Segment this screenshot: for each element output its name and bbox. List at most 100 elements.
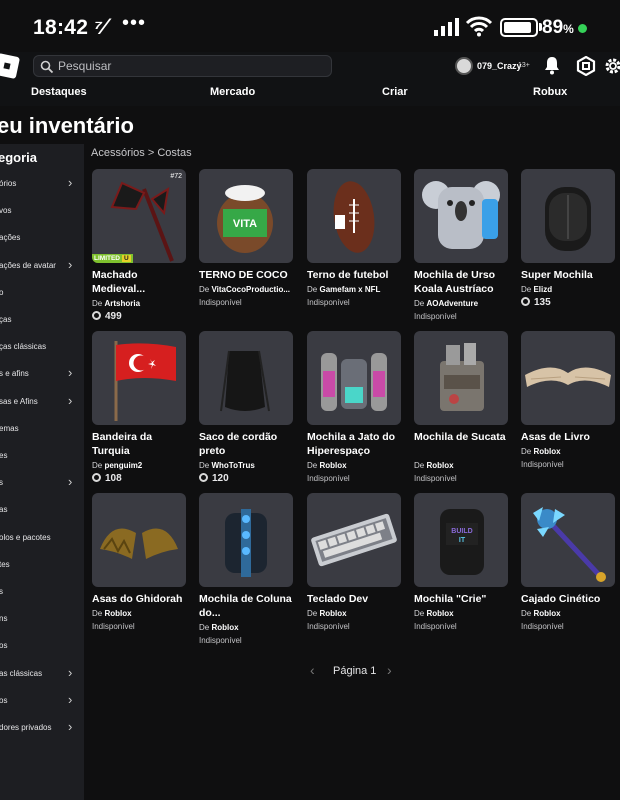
item-name[interactable]: Bandeira da Turquia <box>92 430 192 458</box>
sidebar-category-item[interactable]: ações <box>0 225 84 251</box>
item-thumbnail[interactable] <box>92 493 186 587</box>
item-name[interactable]: Mochila de Sucata <box>414 430 514 444</box>
sidebar-category-item[interactable]: ações de avatar › <box>0 253 84 279</box>
item-name[interactable]: Asas de Livro <box>521 430 620 444</box>
robux-icon[interactable] <box>576 56 596 76</box>
nav-robux[interactable]: Robux <box>533 86 567 98</box>
item-card[interactable]: VITA TERNO DE COCO De VitaCocoProductio...… <box>199 169 295 319</box>
sidebar-category-item[interactable]: dores privados › <box>0 715 84 741</box>
item-thumbnail[interactable] <box>307 493 401 587</box>
item-thumbnail[interactable] <box>521 331 615 425</box>
item-creator[interactable]: De penguim2 <box>92 461 142 470</box>
item-creator[interactable]: De Artshoria <box>92 299 140 308</box>
item-card[interactable]: Saco de cordão preto De WhoToTrus 120 <box>199 331 295 484</box>
sidebar-category-item[interactable]: ças clássicas <box>0 334 84 360</box>
creator-name[interactable]: VitaCocoProductio... <box>211 285 290 294</box>
item-creator[interactable]: De Roblox <box>521 609 561 618</box>
previous-page-button[interactable]: ‹ <box>310 662 315 678</box>
item-creator[interactable]: De WhoToTrus <box>199 461 255 470</box>
item-name[interactable]: Terno de futebol <box>307 268 407 282</box>
item-name[interactable]: Mochila a Jato do Hiperespaço <box>307 430 407 458</box>
item-name[interactable]: Mochila de Urso Koala Austríaco <box>414 268 514 296</box>
username[interactable]: 079_Crazy <box>477 61 522 71</box>
item-thumbnail[interactable] <box>92 331 186 425</box>
item-card[interactable]: Mochila de Sucata De Roblox Indisponível <box>414 331 510 483</box>
item-creator[interactable]: De Roblox <box>521 447 561 456</box>
item-thumbnail[interactable] <box>307 331 401 425</box>
sidebar-category-item[interactable]: ças <box>0 307 84 333</box>
sidebar-category-item[interactable]: vos <box>0 198 84 224</box>
item-name[interactable]: Saco de cordão preto <box>199 430 299 458</box>
sidebar-category-item[interactable]: os › <box>0 688 84 714</box>
item-card[interactable]: Cajado Cinético De Roblox Indisponível <box>521 493 617 643</box>
creator-name[interactable]: Roblox <box>319 609 346 618</box>
item-card[interactable]: Mochila a Jato do Hiperespaço De Roblox In… <box>307 331 403 483</box>
item-thumbnail[interactable] <box>199 331 293 425</box>
sidebar-category-item[interactable]: órios › <box>0 171 84 197</box>
item-card[interactable]: #72 LIMITED U Machado Medieval... De Artshor… <box>92 169 188 322</box>
roblox-logo[interactable] <box>0 52 21 80</box>
sidebar-category-item[interactable]: olos e pacotes <box>0 525 84 551</box>
item-card[interactable]: Mochila de Urso Koala Austríaco De AOAdve… <box>414 169 510 321</box>
nav-criar[interactable]: Criar <box>382 86 408 98</box>
item-thumbnail[interactable] <box>199 493 293 587</box>
item-name[interactable]: Mochila "Crie" <box>414 592 514 606</box>
sidebar-category-item[interactable]: ns <box>0 606 84 632</box>
search-box[interactable] <box>33 55 332 77</box>
item-thumbnail[interactable]: BUILD IT <box>414 493 508 587</box>
item-card[interactable]: BUILD IT Mochila "Crie" De Roblox Indisponív… <box>414 493 510 643</box>
item-thumbnail[interactable] <box>414 169 508 263</box>
sidebar-category-item[interactable]: as clássicas › <box>0 661 84 687</box>
creator-name[interactable]: Artshoria <box>104 299 140 308</box>
breadcrumb[interactable]: Acessórios > Costas <box>91 147 192 159</box>
sidebar-category-item[interactable] <box>0 769 84 795</box>
sidebar-category-item[interactable]: s <box>0 579 84 605</box>
item-thumbnail[interactable]: #72 LIMITED U <box>92 169 186 263</box>
item-name[interactable]: Cajado Cinético <box>521 592 620 606</box>
avatar[interactable] <box>455 57 473 75</box>
creator-name[interactable]: WhoToTrus <box>211 461 254 470</box>
item-card[interactable]: Terno de futebol De Gamefam x NFL Indispon… <box>307 169 403 319</box>
item-name[interactable]: TERNO DE COCO <box>199 268 299 282</box>
creator-name[interactable]: AOAdventure <box>426 299 478 308</box>
creator-name[interactable]: Roblox <box>533 447 560 456</box>
item-card[interactable]: Super Mochila De Elizd 135 <box>521 169 617 319</box>
item-creator[interactable]: De Roblox <box>92 609 132 618</box>
item-name[interactable]: Super Mochila <box>521 268 620 282</box>
creator-name[interactable]: Elizd <box>533 285 552 294</box>
item-creator[interactable]: De Roblox <box>414 461 454 470</box>
item-name[interactable]: Teclado Dev <box>307 592 407 606</box>
item-name[interactable]: Machado Medieval... <box>92 268 192 296</box>
sidebar-category-item[interactable]: es <box>0 443 84 469</box>
sidebar-category-item[interactable]: as <box>0 497 84 523</box>
item-card[interactable]: Asas do Ghidorah De Roblox Indisponível <box>92 493 188 643</box>
creator-name[interactable]: Gamefam x NFL <box>319 285 380 294</box>
sidebar-category-item[interactable]: s › <box>0 470 84 496</box>
sidebar-category-item[interactable] <box>0 742 84 768</box>
search-input[interactable] <box>58 57 323 75</box>
item-card[interactable]: Mochila de Coluna do... De Roblox Indispon… <box>199 493 295 645</box>
sidebar-category-item[interactable]: sas e Afins › <box>0 389 84 415</box>
creator-name[interactable]: Roblox <box>426 461 453 470</box>
next-page-button[interactable]: › <box>387 662 392 678</box>
item-creator[interactable]: De Elizd <box>521 285 552 294</box>
nav-mercado[interactable]: Mercado <box>210 86 255 98</box>
item-card[interactable]: Teclado Dev De Roblox Indisponível <box>307 493 403 643</box>
sidebar-category-item[interactable]: s e afins › <box>0 361 84 387</box>
item-creator[interactable]: De AOAdventure <box>414 299 478 308</box>
item-creator[interactable]: De Roblox <box>307 609 347 618</box>
item-name[interactable]: Mochila de Coluna do... <box>199 592 299 620</box>
notifications-bell-icon[interactable] <box>543 56 561 75</box>
creator-name[interactable]: Roblox <box>426 609 453 618</box>
item-thumbnail[interactable] <box>307 169 401 263</box>
nav-destaques[interactable]: Destaques <box>31 86 87 98</box>
item-thumbnail[interactable]: VITA <box>199 169 293 263</box>
sidebar-category-item[interactable]: tes <box>0 552 84 578</box>
item-creator[interactable]: De VitaCocoProductio... <box>199 285 290 294</box>
item-card[interactable]: Asas de Livro De Roblox Indisponível <box>521 331 617 481</box>
sidebar-category-item[interactable]: emas <box>0 416 84 442</box>
sidebar-category-item[interactable]: os <box>0 633 84 659</box>
item-creator[interactable]: De Roblox <box>199 623 239 632</box>
item-creator[interactable]: De Roblox <box>307 461 347 470</box>
creator-name[interactable]: Roblox <box>533 609 560 618</box>
